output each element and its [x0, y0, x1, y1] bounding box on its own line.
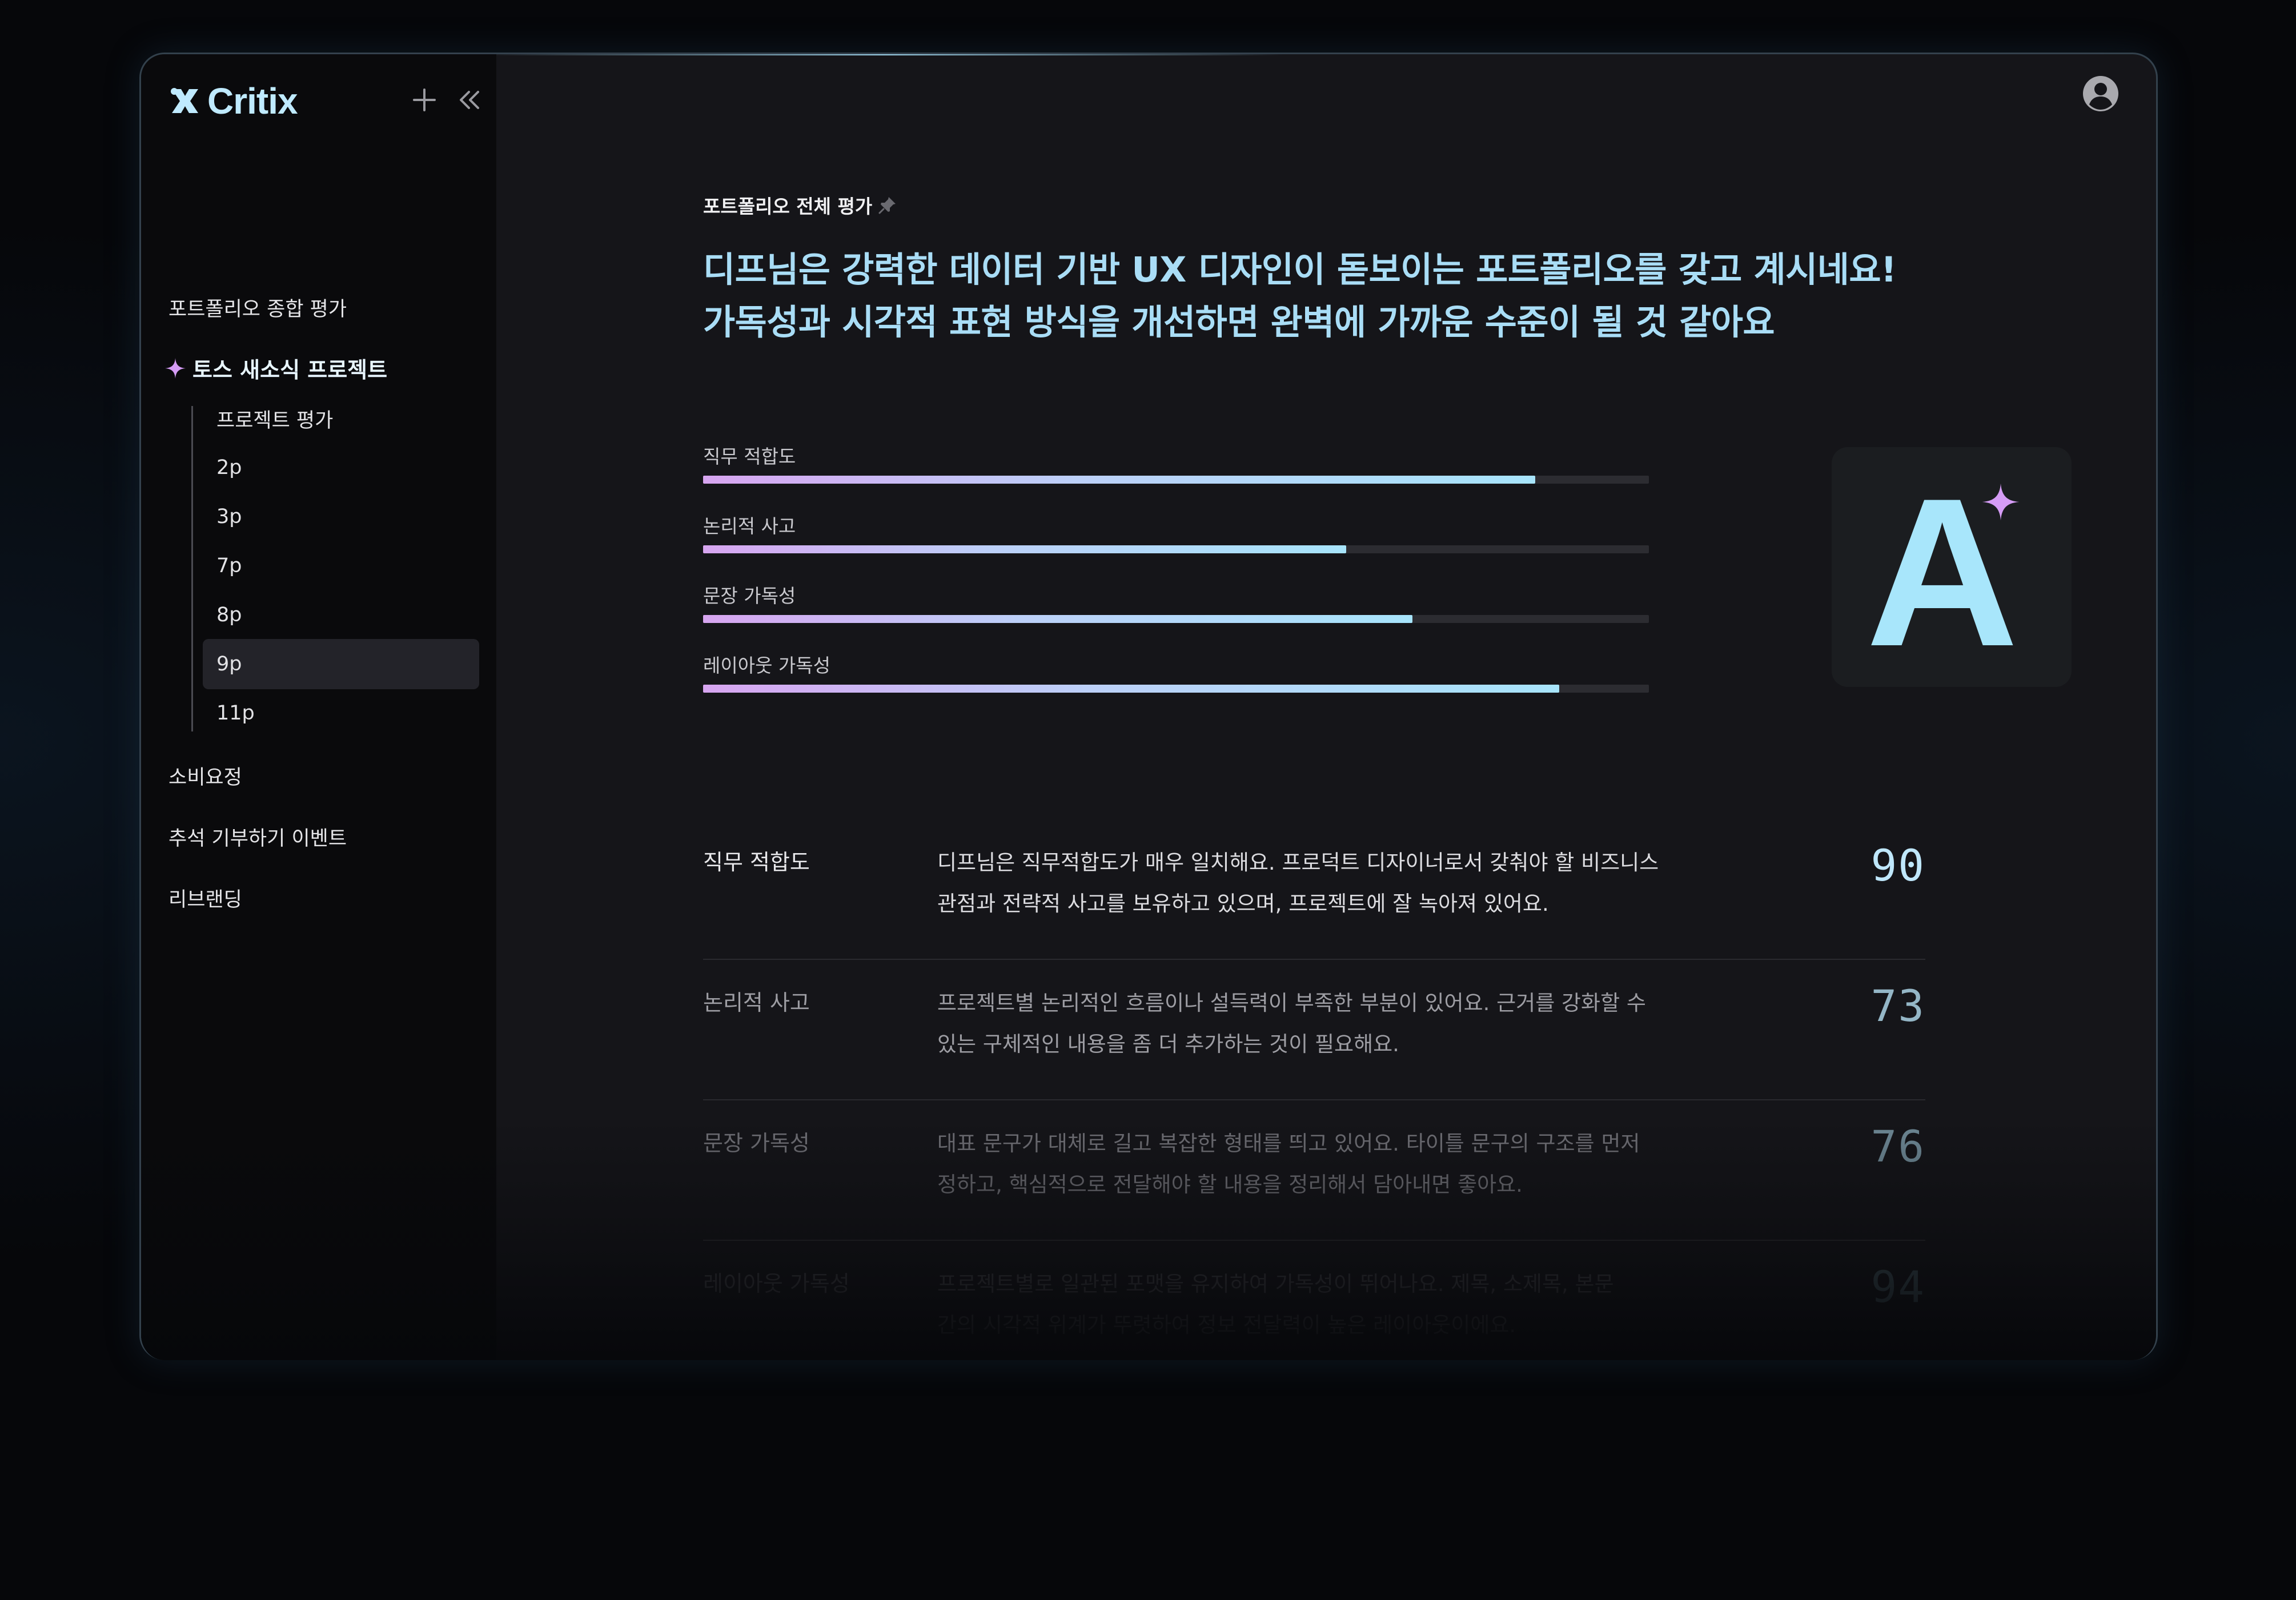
score-bar-row: 직무 적합도: [703, 441, 1651, 487]
criteria-description-line: 정하고, 핵심적으로 전달해야 할 내용을 정리해서 담아내면 좋아요.: [937, 1172, 1523, 1197]
new-button[interactable]: [408, 84, 440, 116]
bar-label: 레이아웃 가독성: [703, 654, 831, 677]
sub-item-label: 프로젝트 평가: [216, 409, 334, 432]
criteria-description-line: 디프님은 직무적합도가 매우 일치해요. 프로덕트 디자이너로서 갖춰야 할 비…: [937, 850, 1659, 875]
criteria-row: 문장 가독성 대표 문구가 대체로 길고 복잡한 형태를 띄고 있어요. 타이틀…: [703, 1100, 1925, 1241]
plus-icon: [413, 89, 436, 111]
section-eyebrow: 포트폴리오 전체 평가: [703, 191, 897, 219]
sidebar-item-chuseok-event[interactable]: 추석 기부하기 이벤트: [168, 822, 347, 851]
pin-icon[interactable]: [878, 195, 897, 215]
account-button[interactable]: [2082, 75, 2120, 112]
sub-item-label: 7p: [216, 554, 242, 577]
criteria-description: 디프님은 직무적합도가 매우 일치해요. 프로덕트 디자이너로서 갖춰야 할 비…: [937, 842, 1697, 924]
bar-track: [703, 545, 1649, 553]
collapse-sidebar-button[interactable]: [453, 84, 485, 116]
main-content: 포트폴리오 전체 평가 디프님은 강력한 데이터 기반 UX 디자인이 돋보이는…: [496, 54, 2156, 1360]
sub-item-label: 11p: [216, 702, 255, 725]
criteria-description: 대표 문구가 대체로 길고 복잡한 형태를 띄고 있어요. 타이틀 문구의 구조…: [937, 1123, 1697, 1205]
sub-item-9p[interactable]: 9p: [203, 639, 479, 689]
sidebar-item-sobiyojeong[interactable]: 소비요정: [168, 761, 242, 790]
bar-label: 문장 가독성: [703, 585, 796, 607]
bar-label: 논리적 사고: [703, 515, 796, 537]
criteria-row: 레이아웃 가독성 프로젝트별로 일관된 포맷을 유지하여 가독성이 뛰어나요. …: [703, 1241, 1925, 1360]
summary-headline: 디프님은 강력한 데이터 기반 UX 디자인이 돋보이는 포트폴리오를 갖고 계…: [703, 244, 1897, 349]
bar-fill: [703, 685, 1559, 693]
bar-fill: [703, 615, 1412, 623]
criteria-row: 직무 적합도 디프님은 직무적합도가 매우 일치해요. 프로덕트 디자이너로서 …: [703, 819, 1925, 960]
sparkle-icon: [165, 357, 186, 379]
headline-line: 디프님은 강력한 데이터 기반 UX 디자인이 돋보이는 포트폴리오를 갖고 계…: [703, 250, 1897, 290]
score-bar-row: 문장 가독성: [703, 581, 1651, 626]
criteria-description-line: 프로젝트별로 일관된 포맷을 유지하여 가독성이 뛰어나요. 제목, 소제목, …: [937, 1272, 1614, 1296]
app-name: Critix: [207, 81, 298, 122]
sidebar-item-label: 토스 새소식 프로젝트: [192, 357, 388, 383]
sub-item-8p[interactable]: 8p: [203, 590, 479, 640]
score-bar-row: 레이아웃 가독성: [703, 650, 1651, 696]
bar-track: [703, 685, 1649, 693]
criteria-description-line: 대표 문구가 대체로 길고 복잡한 형태를 띄고 있어요. 타이틀 문구의 구조…: [937, 1131, 1640, 1156]
criteria-description-line: 관점과 전략적 사고를 보유하고 있으며, 프로젝트에 잘 녹아져 있어요.: [937, 891, 1549, 916]
criteria-description-line: 있는 구체적인 내용을 좀 더 추가하는 것이 필요해요.: [937, 1032, 1399, 1056]
critix-logo-icon: [171, 88, 198, 113]
sub-item-11p[interactable]: 11p: [203, 688, 479, 738]
sidebar-item-toss-project[interactable]: 토스 새소식 프로젝트: [164, 352, 387, 384]
criteria-row: 논리적 사고 프로젝트별 논리적인 흐름이나 설득력이 부족한 부분이 있어요.…: [703, 960, 1925, 1100]
sidebar: Critix 포트폴리오 종합 평가 토스 새소식 프로젝트 프로젝트 평가 2…: [141, 54, 496, 1360]
criteria-score: 94: [1870, 1261, 1925, 1312]
double-chevron-left-icon: [460, 91, 479, 109]
sparkle-icon: [1982, 483, 2020, 521]
sub-item-label: 3p: [216, 505, 242, 528]
sub-item-project-eval[interactable]: 프로젝트 평가: [203, 393, 479, 444]
criteria-description: 프로젝트별 논리적인 흐름이나 설득력이 부족한 부분이 있어요. 근거를 강화…: [937, 983, 1697, 1065]
sub-item-2p[interactable]: 2p: [203, 443, 479, 493]
sidebar-item-overall[interactable]: 포트폴리오 종합 평가: [168, 293, 347, 322]
criteria-description-line: 프로젝트별 논리적인 흐름이나 설득력이 부족한 부분이 있어요. 근거를 강화…: [937, 991, 1646, 1015]
sub-item-label: 9p: [216, 653, 242, 676]
score-bar-row: 논리적 사고: [703, 511, 1651, 557]
user-circle-icon: [2083, 76, 2118, 111]
headline-line: 가독성과 시각적 표현 방식을 개선하면 완벽에 가까운 수준이 될 것 같아요: [703, 302, 1775, 343]
criteria-score: 90: [1870, 840, 1925, 891]
bar-label: 직무 적합도: [703, 445, 796, 468]
sidebar-item-label: 소비요정: [168, 766, 242, 789]
sidebar-item-label: 포트폴리오 종합 평가: [168, 298, 347, 321]
sidebar-item-label: 리브랜딩: [168, 889, 242, 911]
criteria-description: 프로젝트별로 일관된 포맷을 유지하여 가독성이 뛰어나요. 제목, 소제목, …: [937, 1264, 1697, 1346]
grade-card: A: [1832, 447, 2072, 687]
criteria-title: 직무 적합도: [703, 850, 810, 875]
sidebar-item-label: 추석 기부하기 이벤트: [168, 827, 347, 850]
sidebar-item-rebranding[interactable]: 리브랜딩: [168, 883, 242, 912]
criteria-score: 76: [1870, 1121, 1925, 1172]
sub-item-7p[interactable]: 7p: [203, 541, 479, 591]
bar-fill: [703, 545, 1347, 553]
sub-item-3p[interactable]: 3p: [203, 492, 479, 542]
app-window: Critix 포트폴리오 종합 평가 토스 새소식 프로젝트 프로젝트 평가 2…: [139, 53, 2158, 1360]
tree-line: [191, 406, 193, 731]
bar-track: [703, 476, 1649, 484]
sub-item-label: 8p: [216, 604, 242, 626]
eyebrow-label: 포트폴리오 전체 평가: [703, 195, 873, 218]
logo[interactable]: Critix: [168, 78, 298, 124]
criteria-title: 레이아웃 가독성: [703, 1271, 850, 1296]
sidebar-actions: [408, 84, 485, 116]
sub-item-label: 2p: [216, 456, 242, 479]
bar-fill: [703, 476, 1536, 484]
bar-track: [703, 615, 1649, 623]
criteria-description-line: 간의 시각적 위계가 뚜렷하여 정보 전달력이 높은 레이아웃이에요.: [937, 1313, 1516, 1337]
criteria-title: 논리적 사고: [703, 990, 810, 1015]
criteria-score: 73: [1870, 980, 1925, 1031]
background: Critix 포트폴리오 종합 평가 토스 새소식 프로젝트 프로젝트 평가 2…: [0, 0, 2296, 1600]
criteria-title: 문장 가독성: [703, 1131, 810, 1156]
